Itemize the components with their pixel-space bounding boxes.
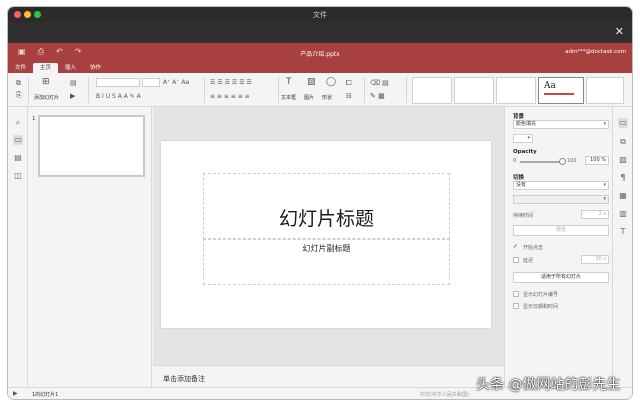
tab-collaborate[interactable]: 协作 [83, 63, 108, 73]
slide-number: 1 [32, 116, 36, 122]
notes-placeholder: 单击添加备注 [163, 375, 205, 383]
opacity-max: 100 [567, 158, 577, 164]
copy-icon[interactable]: ⧉ [16, 79, 21, 87]
play-icon[interactable]: ▶ [13, 390, 18, 398]
align-icons[interactable]: ≡ ≡ ≡ ≡ ≡ ≡ [210, 93, 250, 101]
transition-heading: 切换 [513, 175, 525, 181]
delay-checkbox[interactable] [513, 257, 519, 263]
slide-counter: 1的幻灯片1 [32, 392, 59, 398]
title-bar: 文件 [8, 7, 632, 22]
preview-button[interactable]: 预览 [513, 225, 609, 236]
paste-icon[interactable]: ⎘ [16, 91, 22, 99]
chart-icon[interactable]: ▥ [618, 209, 628, 219]
theme-slot[interactable] [412, 77, 452, 104]
subtitle-placeholder[interactable]: 幻灯片副标题 [203, 239, 450, 285]
chevron-down-icon: ▾ [603, 121, 606, 127]
notes-pane[interactable]: 单击添加备注 [153, 365, 504, 387]
tab-home[interactable]: 主页 [33, 63, 59, 73]
color-picker[interactable]: ▾ [513, 134, 533, 143]
opacity-slider-handle[interactable] [559, 158, 566, 165]
close-icon[interactable]: ✕ [615, 25, 624, 38]
font-family-select[interactable] [96, 78, 140, 87]
image-button[interactable]: 图片 [304, 94, 314, 101]
transition-effect-select[interactable]: ▾ [513, 195, 609, 204]
layout-icon[interactable]: ▤ [70, 79, 77, 87]
theme-slot[interactable] [454, 77, 494, 104]
start-on-click-label: 开始点击 [523, 245, 544, 251]
background-heading: 背景 [513, 114, 525, 120]
theme-slot[interactable] [586, 77, 624, 104]
show-slide-number-checkbox[interactable] [513, 291, 519, 297]
clear-format-icon[interactable]: ⌫ ▤ [370, 79, 389, 87]
image-settings-icon[interactable]: ▨ [618, 155, 628, 165]
duration-label: 持续时间 [513, 213, 534, 219]
textbox-icon[interactable]: T [286, 78, 292, 87]
list-icons[interactable]: ☰ ☰ ☰ ☰ ☰ ☰ [210, 79, 252, 87]
fill-select[interactable]: 颜色填充 ▾ [513, 120, 609, 129]
search-icon[interactable]: ⌕ [13, 118, 23, 128]
app-window: 文件 ✕ ▣ ⎙ ↶ ↷ 产品介绍.pptx adm***@doctask.co… [8, 7, 632, 399]
duration-input[interactable]: 2 s [581, 210, 609, 219]
slides-icon[interactable]: ▭ [13, 135, 23, 145]
font-grow-icon[interactable]: A⁺ A⁻ Aa [163, 79, 189, 87]
paragraph-icon[interactable]: ¶ [618, 173, 628, 183]
start-on-click-checkbox[interactable]: ✓ [513, 244, 519, 250]
window-title: 文件 [313, 11, 327, 19]
opacity-slider-track[interactable] [520, 161, 562, 163]
text-art-icon[interactable]: T [618, 227, 628, 237]
title-placeholder[interactable]: 幻灯片标题 [203, 173, 450, 239]
slide-play-icon[interactable]: ▶ [70, 92, 75, 100]
slide-settings-icon[interactable]: ▭ [618, 118, 628, 128]
apply-to-all-button[interactable]: 适用于所有幻灯片 [513, 272, 609, 283]
add-slide-button[interactable]: 添加幻灯片 [34, 94, 59, 101]
shape-icon[interactable]: ◯ [326, 78, 336, 87]
ribbon-toolbar: ⧉ ⎘ ⊞ 添加幻灯片 ▤ ▶ A⁺ A⁻ Aa B I U S A A ✎ A… [8, 73, 632, 107]
slide-thumbnail[interactable] [38, 115, 145, 177]
add-slide-icon[interactable]: ⊞ [42, 78, 50, 87]
opacity-input[interactable]: 100 % [585, 156, 609, 165]
theme-preview[interactable]: Aa [538, 77, 584, 104]
copy-icon[interactable]: ⧉ [618, 137, 628, 147]
opacity-heading: Opacity [513, 149, 537, 155]
comments-icon[interactable]: ▤ [13, 153, 23, 163]
ribbon-tabs: 文件 主页 插入 协作 [8, 63, 108, 73]
tab-file[interactable]: 文件 [8, 63, 33, 73]
arrange-icon[interactable]: ⧠ [346, 79, 352, 87]
copy-style-icon[interactable]: ✎ ▦ [370, 92, 385, 100]
chevron-down-icon: ▾ [603, 196, 606, 202]
font-size-select[interactable] [142, 78, 160, 87]
chevron-down-icon: ▾ [527, 135, 530, 141]
image-icon[interactable]: ▨ [307, 78, 316, 87]
table-icon[interactable]: ▦ [618, 191, 628, 201]
text-format-icons[interactable]: B I U S A A ✎ A [96, 93, 141, 101]
show-date-time-label: 显示日期和时间 [523, 304, 559, 310]
show-date-time-checkbox[interactable] [513, 303, 519, 309]
tab-insert[interactable]: 插入 [58, 63, 83, 73]
chat-icon[interactable]: ◫ [13, 171, 23, 181]
transition-select[interactable]: 没有 ▾ [513, 181, 609, 190]
delay-input[interactable]: 10 s [581, 255, 609, 264]
delay-label: 延迟 [523, 258, 534, 264]
opacity-min: 0 [513, 158, 517, 164]
language-indicator[interactable]: 中文(中华人民共和国) [420, 391, 469, 398]
shape-button[interactable]: 形状 [322, 94, 332, 101]
align-objects-icon[interactable]: ⊟ [346, 92, 352, 100]
chevron-down-icon: ▾ [603, 182, 606, 188]
document-title: 产品介绍.pptx [300, 51, 340, 58]
app-header: ▣ ⎙ ↶ ↷ 产品介绍.pptx adm***@doctask.com 文件 … [8, 43, 632, 73]
theme-slot[interactable] [496, 77, 536, 104]
slide-editor: 幻灯片标题 幻灯片副标题 [153, 107, 504, 365]
slide-canvas[interactable]: 幻灯片标题 幻灯片副标题 [161, 141, 491, 328]
slide-thumbnails: 1 [28, 107, 152, 387]
user-account[interactable]: adm***@doctask.com [565, 49, 626, 55]
watermark: 头条 @做网站的彭先生 [476, 377, 621, 393]
show-slide-number-label: 显示幻灯片编号 [523, 292, 559, 298]
slide-settings-panel: 背景 颜色填充 ▾ ▾ Opacity 0 100 100 % 切换 没有 ▾ ▾ … [504, 107, 612, 387]
left-rail: ⌕ ▭ ▤ ◫ [8, 107, 28, 387]
right-rail: ▭ ⧉ ▨ ¶ ▦ ▥ T [612, 107, 632, 387]
app-top-bar: ✕ [8, 22, 632, 43]
textbox-button[interactable]: 文本框 [281, 94, 296, 101]
